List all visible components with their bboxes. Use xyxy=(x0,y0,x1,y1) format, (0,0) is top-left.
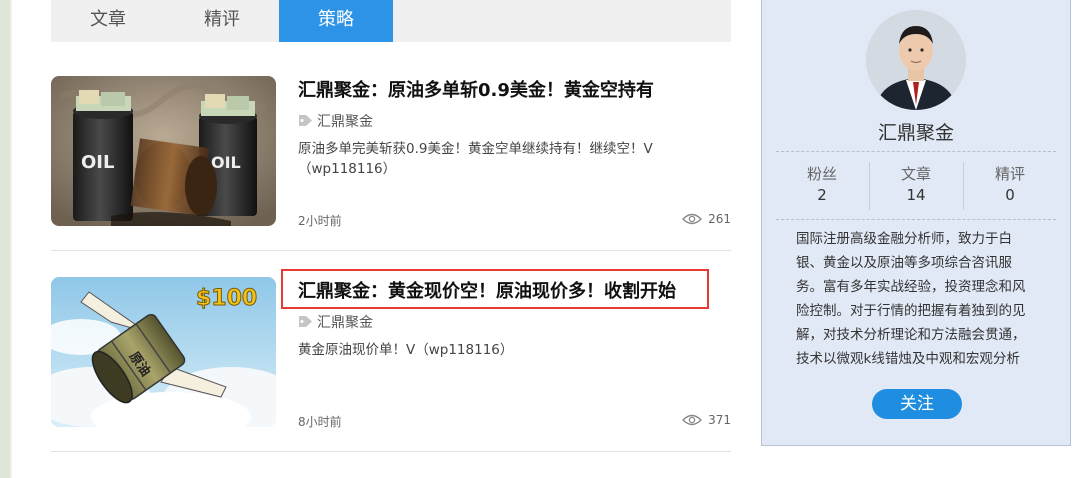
stat-fans[interactable]: 粉丝 2 xyxy=(777,163,867,204)
stat-reviews[interactable]: 精评 0 xyxy=(965,163,1055,204)
stat-label: 文章 xyxy=(900,165,931,183)
stat-value: 2 xyxy=(817,186,827,204)
svg-text:$100: $100 xyxy=(196,286,257,311)
eye-icon xyxy=(682,414,703,426)
article-divider xyxy=(51,451,731,452)
follow-button[interactable]: 关注 xyxy=(872,389,962,419)
stat-label: 精评 xyxy=(994,165,1025,183)
article-description: 黄金原油现价单！V（wp118116） xyxy=(298,342,514,358)
article-time: 8小时前 xyxy=(298,415,342,429)
stat-value: 14 xyxy=(906,186,926,204)
tag-icon xyxy=(299,115,312,126)
article-thumbnail[interactable]: $100 原油 xyxy=(51,277,276,427)
article-description: 原油多单完美斩获0.9美金！黄金空单继续持有！继续空！V（wp118116） xyxy=(298,141,653,177)
stat-articles[interactable]: 文章 14 xyxy=(871,163,961,204)
divider-dashed xyxy=(776,151,1056,152)
tag-icon xyxy=(299,316,312,327)
article-time: 2小时前 xyxy=(298,214,342,228)
stat-separator xyxy=(963,162,964,210)
article-views: 371 xyxy=(682,413,731,427)
article-author-line: 汇鼎聚金 xyxy=(298,312,373,332)
left-edge-strip-inner xyxy=(10,0,12,478)
article-author[interactable]: 汇鼎聚金 xyxy=(317,114,373,130)
article-title[interactable]: 汇鼎聚金：原油多单斩0.9美金！黄金空持有 xyxy=(298,76,654,102)
stat-label: 粉丝 xyxy=(806,165,837,183)
article-divider xyxy=(51,250,731,251)
article-thumbnail[interactable]: OIL OIL xyxy=(51,76,276,226)
article-author-line: 汇鼎聚金 xyxy=(298,111,373,131)
tab-bar: 文章 精评 策略 xyxy=(51,0,731,42)
article-item: OIL OIL 汇鼎聚金：原油多单斩0.9美金！黄金空持有 汇鼎聚金 原油多单完… xyxy=(51,76,731,251)
article-title[interactable]: 汇鼎聚金：黄金现价空！原油现价多！收割开始 xyxy=(298,277,676,303)
profile-bio: 国际注册高级金融分析师，致力于白银、黄金以及原油等多项综合咨讯服务。富有多年实战… xyxy=(796,231,1026,367)
divider-dashed xyxy=(776,219,1056,220)
stat-separator xyxy=(869,162,870,210)
avatar[interactable] xyxy=(866,10,966,110)
svg-text:OIL: OIL xyxy=(81,152,114,173)
svg-text:OIL: OIL xyxy=(211,153,241,172)
article-author[interactable]: 汇鼎聚金 xyxy=(317,315,373,331)
stat-value: 0 xyxy=(1005,186,1015,204)
article-item: $100 原油 汇鼎聚金：黄金现价空！原油现价多！收割开始 汇鼎聚金 黄金原油现… xyxy=(51,269,731,452)
article-view-count: 371 xyxy=(708,413,731,427)
tab-articles[interactable]: 文章 xyxy=(51,0,165,42)
author-profile-card: 汇鼎聚金 粉丝 2 文章 14 精评 0 国际注册高级金融分析师，致力于白银、黄… xyxy=(761,0,1071,446)
article-view-count: 261 xyxy=(708,212,731,226)
left-edge-strip xyxy=(0,0,10,478)
profile-name: 汇鼎聚金 xyxy=(877,122,954,144)
eye-icon xyxy=(682,213,703,225)
article-views: 261 xyxy=(682,212,731,226)
tab-strategy[interactable]: 策略 xyxy=(279,0,393,42)
tab-reviews[interactable]: 精评 xyxy=(165,0,279,42)
